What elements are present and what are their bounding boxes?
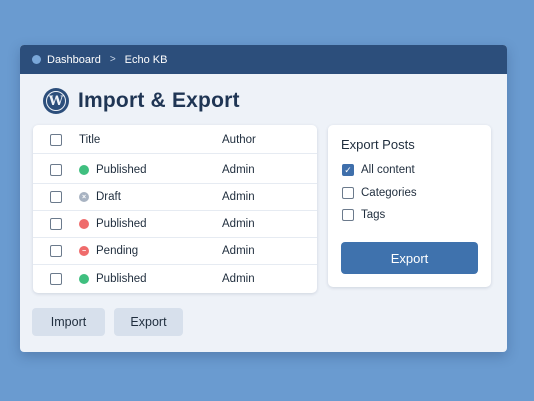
table-row[interactable]: × Draft Admin bbox=[33, 184, 317, 211]
row-author: Admin bbox=[222, 218, 255, 230]
page-title: Import & Export bbox=[78, 89, 240, 112]
row-checkbox[interactable] bbox=[50, 245, 62, 257]
table-row[interactable]: Published Admin bbox=[33, 157, 317, 184]
table-header: Title Author bbox=[33, 127, 317, 154]
row-title[interactable]: Pending bbox=[96, 245, 138, 257]
status-draft-icon: × bbox=[79, 192, 89, 202]
row-checkbox[interactable] bbox=[50, 191, 62, 203]
checkbox-icon[interactable]: ✓ bbox=[342, 164, 354, 176]
option-all-content[interactable]: ✓ All content bbox=[342, 164, 415, 176]
column-header-author[interactable]: Author bbox=[222, 134, 256, 146]
row-title[interactable]: Draft bbox=[96, 191, 121, 203]
breadcrumb-echo-kb[interactable]: Echo KB bbox=[125, 54, 168, 66]
export-panel-title: Export Posts bbox=[341, 137, 415, 152]
checkbox-icon[interactable] bbox=[342, 187, 354, 199]
wordpress-logo-icon: W bbox=[43, 88, 69, 114]
row-title[interactable]: Published bbox=[96, 273, 147, 285]
status-published-icon bbox=[79, 165, 89, 175]
option-tags[interactable]: Tags bbox=[342, 209, 385, 221]
posts-table: Title Author Published Admin × Draft Adm… bbox=[33, 125, 317, 293]
option-categories[interactable]: Categories bbox=[342, 187, 417, 199]
breadcrumb-separator: > bbox=[109, 54, 116, 65]
row-title[interactable]: Published bbox=[96, 164, 147, 176]
row-checkbox[interactable] bbox=[50, 164, 62, 176]
top-bar: Dashboard > Echo KB bbox=[20, 45, 507, 74]
page-header: W Import & Export bbox=[43, 87, 240, 115]
import-button[interactable]: Import bbox=[32, 308, 105, 336]
export-posts-button[interactable]: Export bbox=[341, 242, 478, 274]
row-checkbox[interactable] bbox=[50, 218, 62, 230]
export-button[interactable]: Export bbox=[114, 308, 183, 336]
breadcrumb-dashboard[interactable]: Dashboard bbox=[47, 54, 101, 66]
select-all-checkbox[interactable] bbox=[50, 134, 62, 146]
row-author: Admin bbox=[222, 164, 255, 176]
status-published-icon bbox=[79, 219, 89, 229]
export-panel: Export Posts ✓ All content Categories Ta… bbox=[328, 125, 491, 287]
app-window: Dashboard > Echo KB W Import & Export Ti… bbox=[20, 45, 507, 352]
row-title[interactable]: Published bbox=[96, 218, 147, 230]
table-row[interactable]: Published Admin bbox=[33, 265, 317, 292]
site-icon bbox=[32, 55, 41, 64]
table-row[interactable]: − Pending Admin bbox=[33, 238, 317, 265]
row-author: Admin bbox=[222, 272, 255, 285]
row-author: Admin bbox=[222, 245, 255, 257]
table-row[interactable]: Published Admin bbox=[33, 211, 317, 238]
row-author: Admin bbox=[222, 191, 255, 203]
status-pending-icon: − bbox=[79, 246, 89, 256]
row-checkbox[interactable] bbox=[50, 272, 62, 285]
status-published-icon bbox=[79, 273, 89, 284]
checkbox-icon[interactable] bbox=[342, 209, 354, 221]
column-header-title[interactable]: Title bbox=[79, 134, 100, 146]
